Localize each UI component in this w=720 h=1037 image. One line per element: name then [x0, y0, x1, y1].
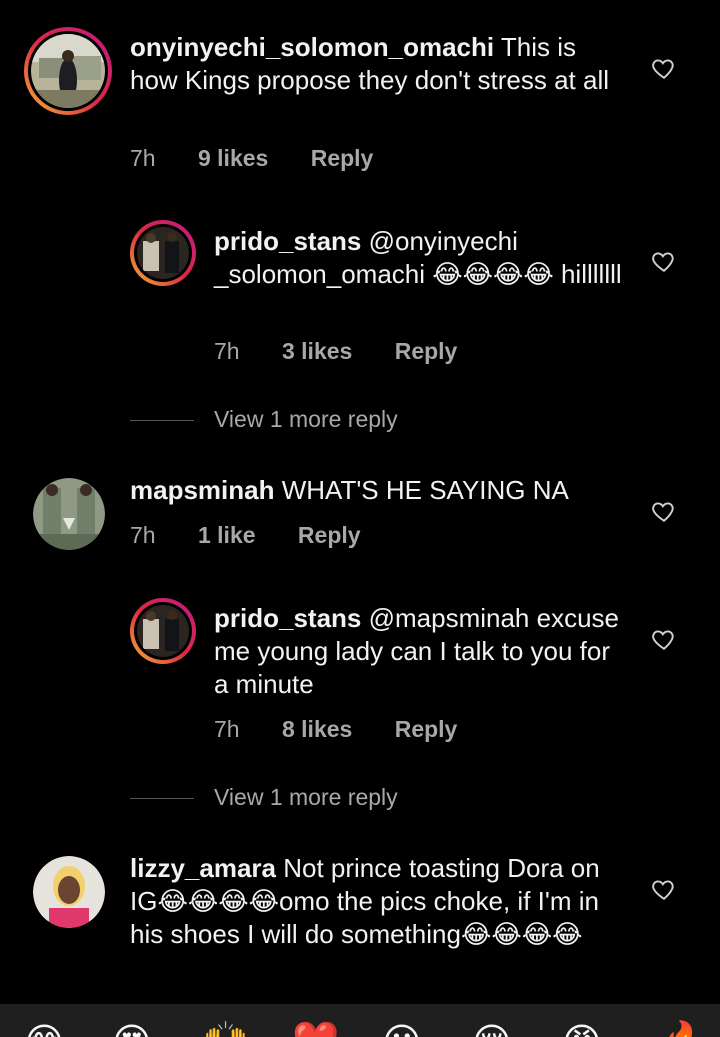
reply-button[interactable]: Reply: [298, 522, 361, 549]
comment-likes[interactable]: 9 likes: [198, 145, 268, 172]
comment-body: WHAT'S HE SAYING NA: [281, 475, 569, 505]
emoji-quick-bar: 😂 😍 🙌 ❤️ 😮 😢 😡 🔥: [0, 1004, 720, 1037]
heart-outline-icon[interactable]: [651, 248, 677, 274]
emoji-button[interactable]: 🔥: [660, 1020, 707, 1037]
comment-text: mapsminah WHAT'S HE SAYING NA: [130, 474, 620, 507]
heart-outline-icon[interactable]: [651, 498, 677, 524]
reply-button[interactable]: Reply: [395, 338, 458, 365]
view-more-replies[interactable]: View 1 more reply: [130, 406, 398, 433]
avatar[interactable]: [130, 598, 196, 664]
comment-likes[interactable]: 8 likes: [282, 716, 352, 743]
comment-time: 7h: [214, 338, 240, 364]
divider: [130, 798, 194, 800]
emoji-button[interactable]: ❤️: [292, 1020, 339, 1037]
comment-time: 7h: [214, 716, 240, 742]
comment-meta: 7h 1 like Reply: [130, 522, 397, 549]
comment-meta: 7h 9 likes Reply: [130, 145, 409, 172]
avatar[interactable]: [33, 856, 105, 928]
comment-meta: 7h 8 likes Reply: [214, 716, 493, 743]
comment-username[interactable]: prido_stans: [214, 226, 361, 256]
avatar[interactable]: [130, 220, 196, 286]
view-more-replies[interactable]: View 1 more reply: [130, 784, 398, 811]
emoji-button[interactable]: 🙌: [202, 1020, 249, 1037]
reply-button[interactable]: Reply: [311, 145, 374, 172]
emoji-button[interactable]: 😂: [22, 1020, 66, 1037]
reply-button[interactable]: Reply: [395, 716, 458, 743]
divider: [130, 420, 194, 422]
comment-time: 7h: [130, 145, 156, 171]
comments-screen: onyinyechi_solomon_omachi This is how Ki…: [0, 0, 720, 1037]
comment-text: prido_stans @mapsminah excuse me young l…: [214, 602, 624, 701]
comment-username[interactable]: lizzy_amara: [130, 853, 276, 883]
emoji-button[interactable]: 😍: [112, 1020, 152, 1037]
emoji-button[interactable]: 😢: [472, 1020, 512, 1037]
comment-likes[interactable]: 3 likes: [282, 338, 352, 365]
avatar[interactable]: [24, 27, 112, 115]
comment-text: prido_stans @onyinyechi _solomon_omachi …: [214, 225, 624, 291]
comment-time: 7h: [130, 522, 156, 548]
avatar[interactable]: [33, 478, 105, 550]
heart-outline-icon[interactable]: [651, 626, 677, 652]
comment-text: lizzy_amara Not prince toasting Dora on …: [130, 852, 620, 951]
comment-likes[interactable]: 1 like: [198, 522, 256, 549]
comment-meta: 7h 3 likes Reply: [214, 338, 493, 365]
comment-username[interactable]: mapsminah: [130, 475, 275, 505]
emoji-button[interactable]: 😡: [562, 1020, 602, 1037]
comment-text: onyinyechi_solomon_omachi This is how Ki…: [130, 31, 620, 97]
heart-outline-icon[interactable]: [651, 55, 677, 81]
comment-username[interactable]: onyinyechi_solomon_omachi: [130, 32, 494, 62]
comment-username[interactable]: prido_stans: [214, 603, 361, 633]
emoji-button[interactable]: 😮: [382, 1020, 422, 1037]
heart-outline-icon[interactable]: [651, 876, 677, 902]
